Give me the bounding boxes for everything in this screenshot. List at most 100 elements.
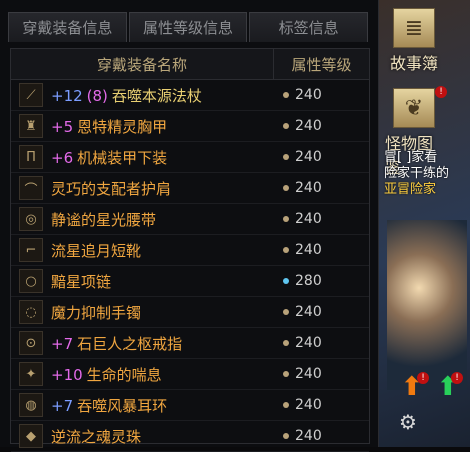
story-line: 冒[ ]家看	[384, 150, 438, 165]
alert-badge: !	[417, 372, 429, 384]
tab-attribute-level[interactable]: 属性等级信息	[128, 12, 248, 42]
table-row[interactable]: ◍ +7 吞噬风暴耳环 240	[11, 390, 369, 421]
attribute-level: 240	[275, 211, 369, 227]
level-dot-icon	[283, 247, 289, 253]
level-dot-icon	[283, 185, 289, 191]
enhance-level: +7	[51, 334, 74, 353]
level-value: 240	[295, 118, 322, 134]
header-equipment-name: 穿戴装备名称	[11, 49, 274, 79]
tab-equipment[interactable]: 穿戴装备信息	[8, 12, 127, 42]
tab-bar: 穿戴装备信息 属性等级信息 标签信息	[8, 12, 370, 42]
book-icon: ≣	[393, 8, 435, 48]
level-value: 240	[295, 397, 322, 413]
equipment-name: 灵巧的支配者护肩	[51, 178, 275, 199]
story-text: 冒[ ]家看 险家干练的 亚冒险家	[384, 150, 464, 198]
level-value: 240	[295, 304, 322, 320]
bracelet-icon: ◌	[19, 300, 43, 324]
item-name: 逆流之魂灵珠	[51, 427, 142, 446]
level-value: 240	[295, 428, 322, 444]
item-name: 吞噬本源法杖	[111, 86, 202, 105]
level-value: 240	[295, 366, 322, 382]
equipment-name: +7 吞噬风暴耳环	[51, 395, 275, 416]
character-portrait	[387, 220, 467, 390]
tab-tags[interactable]: 标签信息	[249, 12, 369, 42]
attribute-level: 240	[275, 149, 369, 165]
attribute-level: 240	[275, 428, 369, 444]
attribute-level: 240	[275, 304, 369, 320]
belt-icon: ◎	[19, 207, 43, 231]
equipment-name: 黯星项链	[51, 271, 275, 292]
level-dot-icon	[283, 154, 289, 160]
table-row[interactable]: ✦ +10 生命的喘息 240	[11, 359, 369, 390]
level-dot-icon	[283, 402, 289, 408]
armor-icon: ♜	[19, 114, 43, 138]
story-line: 险家干练的	[384, 166, 450, 181]
level-dot-icon	[283, 278, 289, 284]
attribute-level: 280	[275, 273, 369, 289]
header-attribute-level: 属性等级	[291, 55, 352, 74]
attribute-level: 240	[275, 180, 369, 196]
level-value: 240	[295, 149, 322, 165]
amplify-level: (8)	[86, 86, 108, 105]
gear-icon[interactable]: ⚙	[399, 410, 417, 434]
level-value: 280	[295, 273, 322, 289]
story-line: 亚冒险家	[384, 182, 437, 197]
table-row[interactable]: ⌒ 灵巧的支配者护肩 240	[11, 173, 369, 204]
ring-icon: ⊙	[19, 331, 43, 355]
item-name: 魔力抑制手镯	[51, 303, 142, 322]
table-row[interactable]: ♜ +5 恩特精灵胸甲 240	[11, 111, 369, 142]
item-name: 灵巧的支配者护肩	[51, 179, 172, 198]
item-name: 生命的喘息	[86, 365, 162, 384]
table-row[interactable]: Π +6 机械装甲下装 240	[11, 142, 369, 173]
equipment-name: 魔力抑制手镯	[51, 302, 275, 323]
equipment-name: +5 恩特精灵胸甲	[51, 116, 275, 137]
necklace-icon: ○	[19, 269, 43, 293]
enhance-level: +7	[51, 396, 74, 415]
equipment-name: +10 生命的喘息	[51, 364, 275, 385]
enhance-level: +5	[51, 117, 74, 136]
equipment-name: +6 机械装甲下装	[51, 147, 275, 168]
legs-icon: Π	[19, 145, 43, 169]
attribute-level: 240	[275, 118, 369, 134]
storybook-label: 故事簿	[389, 54, 438, 73]
table-body: ⟋ +12 (8) 吞噬本源法杖 240 ♜ +5 恩特精灵胸甲 240 Π +6 机械装甲下装 240…	[11, 80, 369, 452]
table-row[interactable]: ◆ 逆流之魂灵珠 240	[11, 421, 369, 452]
level-dot-icon	[283, 340, 289, 346]
staff-icon: ⟋	[19, 83, 43, 107]
alert-badge: !	[451, 372, 463, 384]
level-value: 240	[295, 87, 322, 103]
item-name: 恩特精灵胸甲	[77, 117, 168, 136]
item-name: 静谧的星光腰带	[51, 210, 157, 229]
level-value: 240	[295, 335, 322, 351]
item-name: 流星追月短靴	[51, 241, 142, 260]
enhance-level: +6	[51, 148, 74, 167]
table-row[interactable]: ○ 黯星项链 280	[11, 266, 369, 297]
item-name: 石巨人之枢戒指	[77, 334, 183, 353]
level-dot-icon	[283, 216, 289, 222]
equipment-name: 静谧的星光腰带	[51, 209, 275, 230]
level-dot-icon	[283, 123, 289, 129]
equipment-name: 逆流之魂灵珠	[51, 426, 275, 447]
attribute-level: 240	[275, 366, 369, 382]
table-row[interactable]: ◎ 静谧的星光腰带 240	[11, 204, 369, 235]
item-name: 机械装甲下装	[77, 148, 168, 167]
attribute-level: 240	[275, 335, 369, 351]
level-value: 240	[295, 242, 322, 258]
enhance-level: +12	[51, 86, 83, 105]
attribute-level: 240	[275, 397, 369, 413]
table-row[interactable]: ◌ 魔力抑制手镯 240	[11, 297, 369, 328]
equipment-table: 穿戴装备名称 属性等级 ⟋ +12 (8) 吞噬本源法杖 240 ♜ +5 恩特精灵胸甲 240…	[10, 48, 370, 452]
table-row[interactable]: ⊙ +7 石巨人之枢戒指 240	[11, 328, 369, 359]
attribute-level: 240	[275, 242, 369, 258]
equipment-name: 流星追月短靴	[51, 240, 275, 261]
table-row[interactable]: ⟋ +12 (8) 吞噬本源法杖 240	[11, 80, 369, 111]
alert-badge: !	[435, 86, 447, 98]
equipment-name: +12 (8) 吞噬本源法杖	[51, 85, 275, 106]
storybook-button[interactable]: ≣ 故事簿	[385, 8, 443, 74]
level-dot-icon	[283, 309, 289, 315]
equipment-name: +7 石巨人之枢戒指	[51, 333, 275, 354]
table-row[interactable]: ⌐ 流星追月短靴 240	[11, 235, 369, 266]
bestiary-icon: ❦	[393, 88, 435, 128]
pearl-icon: ◆	[19, 424, 43, 448]
enhance-level: +10	[51, 365, 83, 384]
